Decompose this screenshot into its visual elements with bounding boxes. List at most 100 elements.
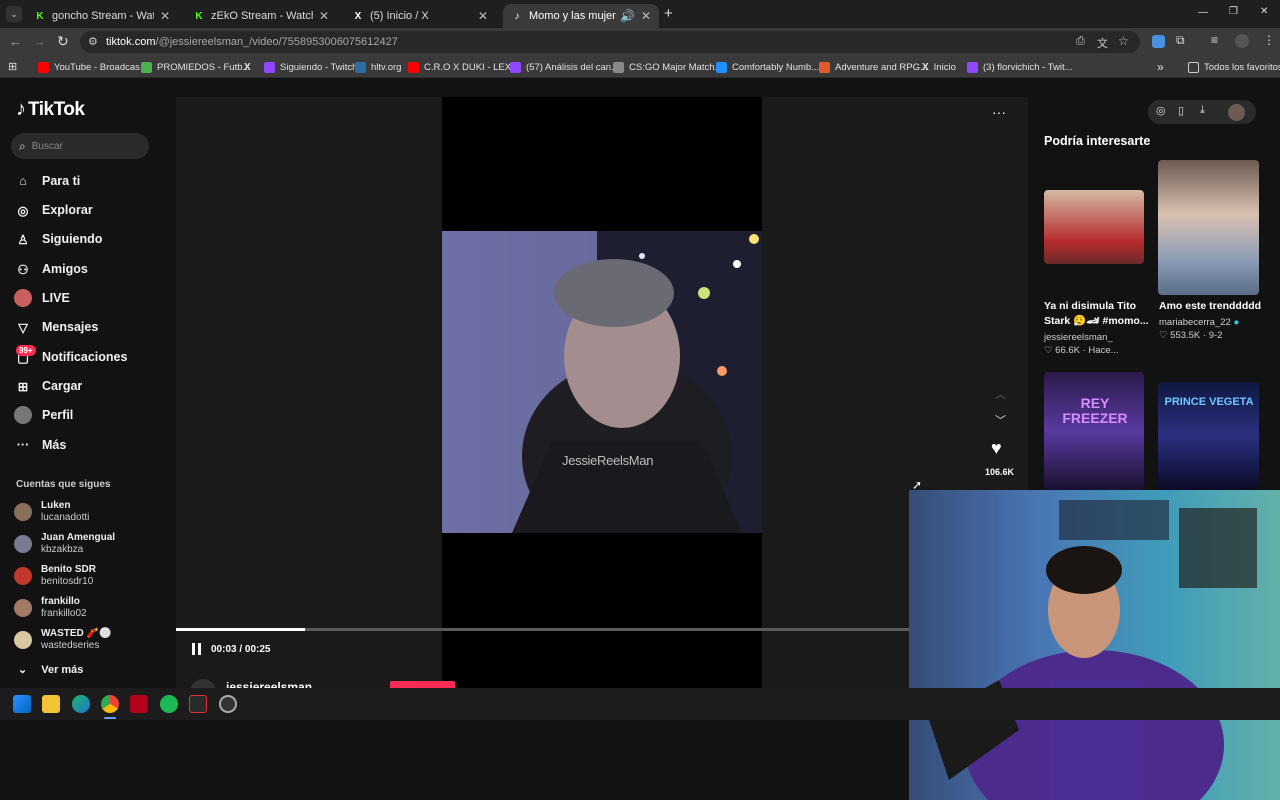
mouse-cursor-icon: ➚ xyxy=(912,478,923,492)
bookmark-item[interactable]: Comfortably Numb... xyxy=(716,59,819,75)
maximize-button[interactable]: ❐ xyxy=(1229,6,1238,17)
edge-icon[interactable] xyxy=(72,695,90,713)
nav-perfil[interactable]: Perfil xyxy=(14,406,73,424)
recommended-caption[interactable]: Ya ni disimula Tito Stark 😮‍💨🏎 #momo... xyxy=(1044,299,1154,329)
search-box[interactable]: ⌕ Buscar xyxy=(11,133,149,159)
bookmark-item[interactable]: X Inicio xyxy=(922,59,956,75)
bookmark-item[interactable]: hltv.org xyxy=(355,59,401,75)
nav-explorar[interactable]: ◎ Explorar xyxy=(14,201,93,219)
bookmark-label: Adventure and RPG... xyxy=(835,61,928,73)
browser-tab[interactable]: X (5) Inicio / X ✕ xyxy=(344,4,496,28)
apps-grid-icon[interactable]: ⊞ xyxy=(8,60,17,73)
bookmark-star-icon[interactable]: ☆ xyxy=(1118,34,1129,48)
close-icon[interactable]: ✕ xyxy=(160,9,170,23)
user-avatar[interactable] xyxy=(1228,104,1245,121)
browser-tab[interactable]: K goncho Stream - Watch Live on Kick ✕ xyxy=(26,4,178,28)
nav-mas[interactable]: ··· Más xyxy=(14,436,67,454)
chrome-icon[interactable] xyxy=(101,695,119,713)
bookmark-item[interactable]: (3) florvichich - Twit... xyxy=(967,59,1073,75)
address-bar[interactable]: ⚙ tiktok.com/@jessiereelsman_/video/7558… xyxy=(80,31,1140,53)
translate-icon[interactable]: 文 xyxy=(1097,35,1108,51)
twitch-icon xyxy=(510,61,521,73)
forward-icon[interactable]: → xyxy=(33,34,46,49)
account-username: frankillo02 xyxy=(41,608,87,619)
tab-title: goncho Stream - Watch Live on Kick xyxy=(52,10,154,22)
media-control-icon[interactable]: ≡ xyxy=(1211,33,1218,47)
bookmark-item[interactable]: (57) Análisis del can... xyxy=(510,59,619,75)
bookmark-item[interactable]: YouTube - Broadcas... xyxy=(38,59,148,75)
bookmark-label: (57) Análisis del can... xyxy=(526,61,619,73)
spotify-icon[interactable] xyxy=(160,695,178,713)
recommended-title: Podría interesarte xyxy=(1044,134,1151,148)
like-count: 106.6K xyxy=(985,467,1015,477)
bookmark-item[interactable]: Siguiendo - Twitch xyxy=(264,59,357,75)
speaker-icon[interactable]: 🔊 xyxy=(620,9,635,23)
bookmark-item[interactable]: C.R.O X DUKI - LEX... xyxy=(408,59,519,75)
extensions-puzzle-icon[interactable]: ⧉ xyxy=(1176,33,1185,48)
windows-start-icon[interactable] xyxy=(13,695,31,713)
nav-para-ti[interactable]: ⌂ Para ti xyxy=(14,172,80,190)
file-explorer-icon[interactable] xyxy=(42,695,60,713)
following-account[interactable]: Juan Amengual kbzakbza xyxy=(14,532,115,556)
reload-icon[interactable]: ↻ xyxy=(57,33,69,50)
following-account[interactable]: WASTED 🧨⚪ wastedseries xyxy=(14,628,111,652)
new-tab-button[interactable]: + xyxy=(664,5,673,22)
following-account[interactable]: frankillo frankillo02 xyxy=(14,596,87,620)
recommended-video-thumbnail[interactable] xyxy=(1158,160,1259,295)
bookmark-item[interactable]: PROMIEDOS - Futb... xyxy=(141,59,250,75)
app-icon[interactable] xyxy=(130,695,148,713)
bookmark-item[interactable]: X xyxy=(244,59,251,75)
browser-tab[interactable]: K zEkO Stream - Watch Live on Kick ✕ xyxy=(185,4,337,28)
video-progress-track[interactable] xyxy=(176,628,912,631)
tiktok-wordmark: TikTok xyxy=(28,98,85,120)
youtube-icon xyxy=(408,61,419,73)
extension-icon[interactable] xyxy=(1152,35,1165,48)
see-more-button[interactable]: ⌄ Ver más xyxy=(18,663,83,677)
all-bookmarks-folder[interactable]: Todos los favoritos xyxy=(1188,59,1280,75)
nav-amigos[interactable]: ⚇ Amigos xyxy=(14,260,87,278)
bookmark-item[interactable]: CS:GO Major Match... xyxy=(613,59,722,75)
site-info-icon[interactable]: ⚙ xyxy=(88,35,98,48)
recommended-author[interactable]: mariabecerra_22 ● xyxy=(1159,316,1239,329)
install-icon[interactable]: ⎙ xyxy=(1076,35,1085,48)
recommended-video-thumbnail[interactable]: PRINCE VEGETA xyxy=(1158,382,1259,490)
close-icon[interactable]: ✕ xyxy=(319,9,329,23)
bookmark-label: (3) florvichich - Twit... xyxy=(983,61,1073,73)
minimize-button[interactable]: — xyxy=(1198,7,1208,18)
pause-button[interactable] xyxy=(192,643,202,655)
browser-menu-icon[interactable]: ⋮ xyxy=(1263,33,1275,47)
following-account[interactable]: Luken lucanadotti xyxy=(14,500,89,524)
nav-siguiendo[interactable]: ♙ Siguiendo xyxy=(14,230,102,248)
nav-label: Mensajes xyxy=(42,320,99,334)
back-icon[interactable]: ← xyxy=(9,34,22,49)
chevron-down-icon[interactable]: ﹀ xyxy=(995,412,1006,428)
nav-mensajes[interactable]: ▽ Mensajes xyxy=(14,318,98,336)
tiktok-logo[interactable]: ♪ TikTok xyxy=(16,98,85,121)
close-icon[interactable]: ✕ xyxy=(641,9,651,23)
bookmark-item[interactable]: Adventure and RPG... xyxy=(819,59,928,75)
like-heart-icon[interactable]: ♥ xyxy=(991,438,1002,459)
close-icon[interactable]: ✕ xyxy=(478,9,488,23)
obs-icon[interactable] xyxy=(219,695,237,713)
bookmark-label: Siguiendo - Twitch xyxy=(280,61,358,73)
recommended-video-thumbnail[interactable] xyxy=(1044,190,1144,264)
recommended-author[interactable]: jessiereelsman_ xyxy=(1044,331,1113,344)
recommended-caption[interactable]: Amo este trenddddd xyxy=(1159,299,1269,314)
video-content[interactable]: JessieReelsMan xyxy=(442,231,762,533)
app-icon[interactable] xyxy=(189,695,207,713)
chevron-up-icon[interactable]: ︿ xyxy=(995,386,1006,402)
more-options-icon[interactable]: ··· xyxy=(992,104,1006,120)
close-window-button[interactable]: ✕ xyxy=(1260,6,1268,17)
download-icon[interactable]: ⤓ xyxy=(1200,104,1205,117)
recommended-video-thumbnail[interactable]: REY FREEZER xyxy=(1044,372,1144,490)
tab-list-dropdown-icon[interactable]: ⌄ xyxy=(6,6,22,22)
bookmarks-overflow-button[interactable]: » xyxy=(1157,59,1164,75)
nav-live[interactable]: LIVE xyxy=(14,289,70,307)
profile-avatar-icon[interactable] xyxy=(1235,34,1249,48)
coins-icon[interactable]: ◎ xyxy=(1156,104,1166,117)
following-account[interactable]: Benito SDR benitosdr10 xyxy=(14,564,96,588)
browser-tab-active[interactable]: ♪ Momo y las mujeres: Un lla 🔊 ✕ xyxy=(503,4,659,28)
device-icon[interactable]: ▯ xyxy=(1178,104,1184,117)
tab-title: Momo y las mujeres: Un lla xyxy=(529,10,616,22)
nav-cargar[interactable]: ⊞ Cargar xyxy=(14,377,83,395)
